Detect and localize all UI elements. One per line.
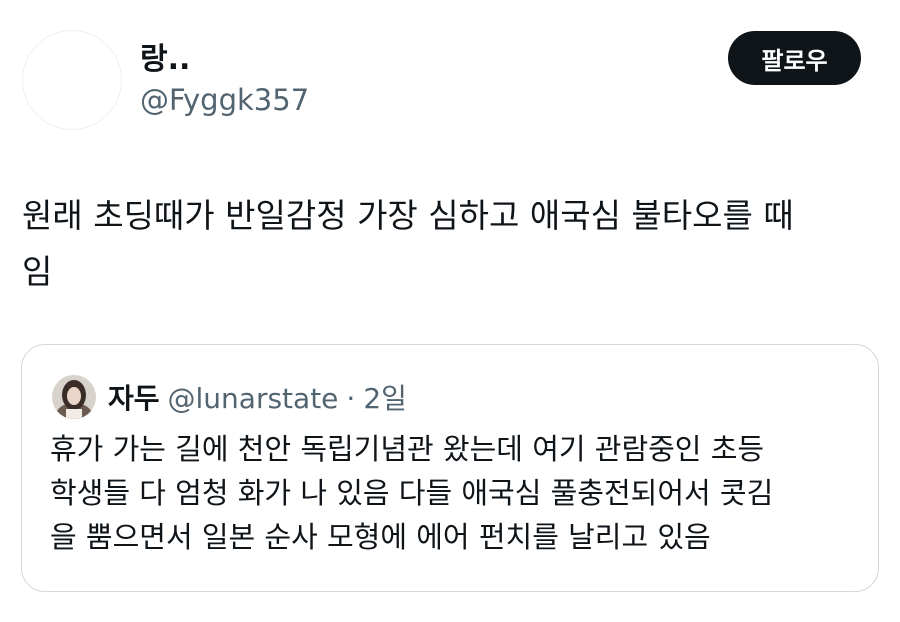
separator-dot: · <box>346 382 356 415</box>
author-handle[interactable]: @Fyggk357 <box>140 80 309 120</box>
quoted-author-handle[interactable]: @lunarstate <box>168 382 339 415</box>
follow-button[interactable]: 팔로우 <box>728 31 861 85</box>
author-avatar[interactable] <box>22 30 122 130</box>
tweet-text: 원래 초딩때가 반일감정 가장 심하고 애국심 불타오를 때 임 <box>22 196 794 291</box>
quoted-author-avatar[interactable] <box>52 375 96 419</box>
quoted-author-display-name[interactable]: 자두 <box>108 377 160 417</box>
author-display-name[interactable]: 랑.. <box>140 40 190 80</box>
quoted-tweet-time[interactable]: 2일 <box>363 377 407 417</box>
quoted-tweet-text: 휴가 가는 길에 천안 독립기념관 왔는데 여기 관람중인 초등 학생들 다 엄… <box>50 432 774 554</box>
quoted-tweet-header: 자두 @lunarstate · 2일 <box>108 377 407 417</box>
tweet-view: 랑.. @Fyggk357 팔로우 원래 초딩때가 반일감정 가장 심하고 애국… <box>0 0 900 622</box>
quoted-tweet-card[interactable]: 자두 @lunarstate · 2일 휴가 가는 길에 천안 독립기념관 왔는데 … <box>21 344 879 592</box>
